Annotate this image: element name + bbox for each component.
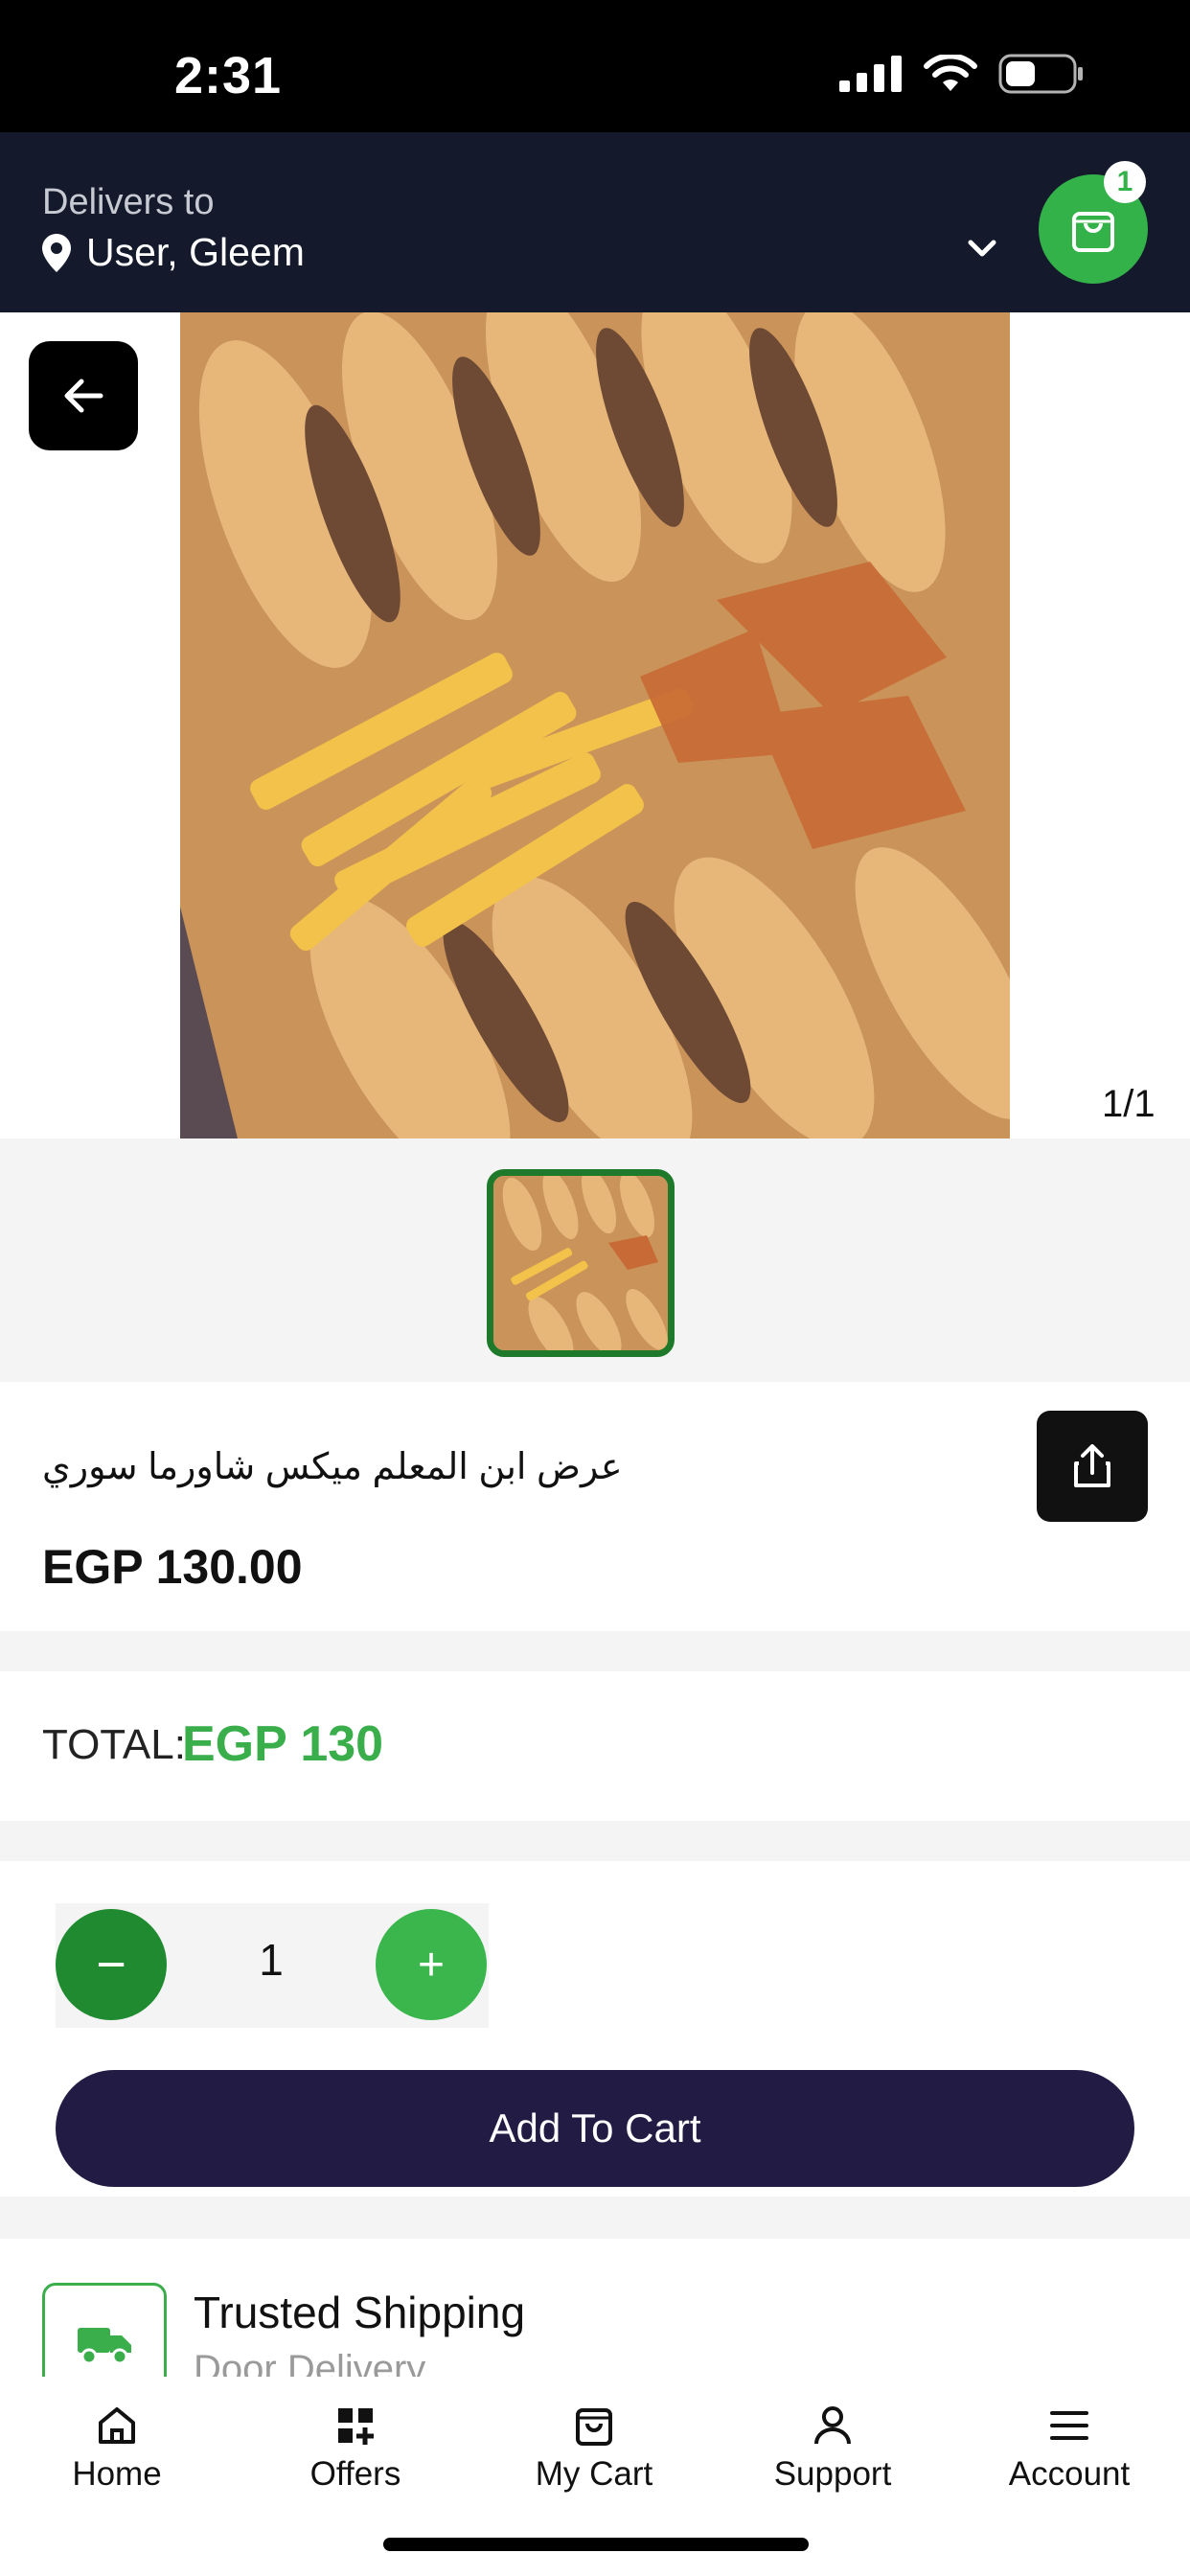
wifi-icon (924, 55, 977, 91)
user-icon (814, 2406, 851, 2445)
shipping-subtitle: Door Delivery (194, 2348, 426, 2377)
nav-support[interactable]: Support (718, 2404, 948, 2494)
section-divider (0, 2196, 1190, 2239)
nav-account-label: Account (1008, 2455, 1131, 2493)
delivers-to-label: Delivers to (42, 182, 215, 222)
status-icons (839, 54, 1085, 94)
shipping-title: Trusted Shipping (194, 2288, 526, 2337)
thumbnail-strip (0, 1138, 1190, 1382)
section-divider (0, 1821, 1190, 1861)
location-pin-icon (42, 233, 71, 272)
nav-home[interactable]: Home (2, 2404, 232, 2494)
status-time: 2:31 (174, 47, 283, 104)
product-gallery: 1/1 (0, 312, 1190, 1138)
product-name: عرض ابن المعلم ميكس شاورما سوري (42, 1447, 623, 1487)
quantity-decrease-button[interactable]: − (56, 1909, 167, 2020)
section-divider (0, 1631, 1190, 1671)
quantity-stepper: − 1 + (56, 1903, 489, 2028)
product-info: عرض ابن المعلم ميكس شاورما سوري EGP 130.… (0, 1382, 1190, 1631)
share-button[interactable] (1037, 1411, 1148, 1522)
add-to-cart-button[interactable]: Add To Cart (56, 2070, 1134, 2187)
total-label: TOTAL: (42, 1721, 186, 1768)
nav-my-cart[interactable]: My Cart (479, 2404, 709, 2494)
share-icon (1074, 1444, 1110, 1487)
battery-icon (998, 54, 1083, 94)
thumbnail-photo (493, 1176, 668, 1350)
delivery-truck-icon (78, 2328, 131, 2365)
status-bar: 2:31 (0, 0, 1190, 132)
shopping-bag-icon (576, 2408, 612, 2446)
nav-offers-label: Offers (309, 2455, 401, 2493)
total-value: EGP 130 (182, 1716, 384, 1772)
chevron-down-icon[interactable] (966, 232, 998, 264)
location-text: User, Gleem (86, 230, 305, 274)
total-section: TOTAL: EGP 130 (0, 1671, 1190, 1821)
nav-account[interactable]: Account (954, 2404, 1184, 2494)
shipping-section: Trusted Shipping Door Delivery (0, 2239, 1190, 2377)
bottom-navigation: Home Offers My Cart Support Account (0, 2377, 1190, 2576)
product-photo (180, 312, 1010, 1138)
quantity-value: 1 (259, 1935, 284, 1985)
arrow-left-icon (64, 379, 103, 413)
cart-count-badge: 1 (1104, 161, 1146, 203)
grid-plus-icon (338, 2408, 374, 2445)
image-counter: 1/1 (1102, 1083, 1156, 1125)
nav-home-label: Home (72, 2455, 162, 2493)
shopping-bag-icon (1072, 212, 1114, 252)
location-selector[interactable]: User, Gleem (42, 230, 305, 275)
home-indicator (383, 2538, 809, 2551)
thumbnail-selected[interactable] (487, 1169, 675, 1357)
product-image[interactable] (180, 312, 1010, 1138)
home-icon (99, 2407, 135, 2444)
signal-icon (839, 56, 902, 92)
quantity-section: − 1 + Add To Cart (0, 1861, 1190, 2196)
shipping-icon-box (42, 2283, 167, 2377)
nav-offers[interactable]: Offers (240, 2404, 470, 2494)
back-button[interactable] (29, 341, 138, 450)
nav-support-label: Support (773, 2455, 892, 2493)
delivery-header: Delivers to User, Gleem 1 (0, 132, 1190, 312)
quantity-increase-button[interactable]: + (376, 1909, 487, 2020)
menu-icon (1050, 2411, 1088, 2440)
product-price: EGP 130.00 (42, 1540, 303, 1594)
nav-my-cart-label: My Cart (535, 2455, 653, 2493)
